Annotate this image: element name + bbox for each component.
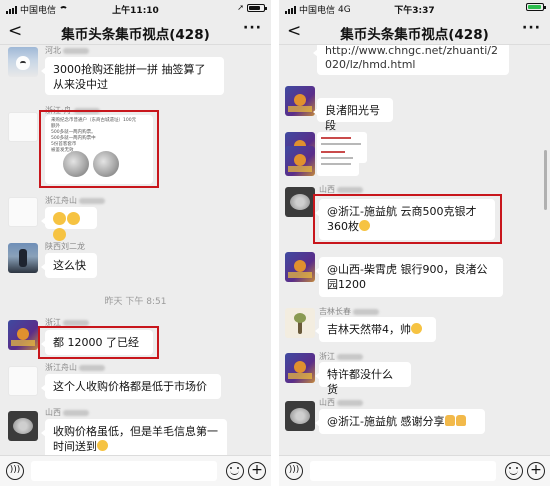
thumbs-up-icon (456, 415, 467, 426)
status-bar: 中国电信 上午11:10 ➚ (0, 0, 271, 18)
emoji-icon[interactable] (505, 462, 523, 480)
avatar[interactable] (8, 47, 38, 77)
status-time: 下午3:37 (394, 6, 435, 16)
avatar[interactable] (285, 86, 315, 116)
battery-icon (247, 3, 267, 12)
link-message[interactable]: http://www.chngc.net/zhuanti/2020/lz/hmd… (313, 45, 509, 75)
avatar[interactable] (285, 401, 315, 431)
voice-icon[interactable]: ))) (285, 462, 303, 480)
sender-name: 浙江舟山 (45, 362, 105, 373)
chat-header: < 集币头条集币视点(428) ··· (0, 18, 271, 45)
avatar[interactable] (285, 252, 315, 282)
emoji-icon (53, 228, 66, 241)
chat-header: < 集币头条集币视点(428) ··· (279, 18, 550, 45)
emoji-icon (53, 212, 66, 225)
message-input[interactable] (310, 461, 496, 481)
avatar[interactable] (285, 308, 315, 338)
plus-icon[interactable]: + (527, 462, 545, 480)
emoji-icon (67, 212, 80, 225)
avatar[interactable] (8, 411, 38, 441)
emoji-icon (411, 323, 422, 334)
location-icon: ➚ (237, 3, 244, 12)
emoji-icon (97, 440, 108, 451)
sender-name: 吉林长春 (319, 306, 379, 317)
divider (271, 0, 279, 486)
message-bubble[interactable]: 这个人收购价格都是低于市场价 (41, 374, 221, 399)
status-bar: 中国电信 4G 下午3:37 (279, 0, 550, 18)
avatar[interactable] (285, 353, 315, 383)
message-bubble[interactable]: 吉林天然带4，帅 (315, 317, 436, 342)
message-bubble[interactable]: 收购价格虽低，但是羊毛信息第一时间送到 (41, 419, 227, 456)
input-bar: ))) + (0, 455, 271, 486)
sender-name: 浙江 (319, 351, 363, 362)
sender-name: 陕西刘二龙 (45, 242, 85, 251)
avatar[interactable] (285, 146, 315, 176)
emoji-message[interactable] (41, 207, 97, 241)
more-options-icon[interactable]: ··· (522, 20, 541, 36)
thumbs-up-icon (445, 415, 456, 426)
avatar[interactable] (8, 320, 38, 350)
avatar[interactable] (8, 243, 38, 273)
battery-icon (526, 3, 546, 11)
message-bubble[interactable]: @山西-柴霄虎 银行900，良渚公园1200 (315, 257, 503, 297)
input-bar: ))) + (279, 455, 550, 486)
highlight-box (38, 326, 159, 359)
scrollbar[interactable] (544, 150, 547, 210)
voice-icon[interactable]: ))) (6, 462, 24, 480)
message-bubble[interactable]: 良渚阳光号段 (313, 98, 393, 132)
avatar[interactable] (8, 112, 38, 142)
timestamp: 昨天 下午 8:51 (104, 297, 167, 307)
message-bubble[interactable]: 这么快 (41, 253, 97, 278)
sender-name: 浙江舟山 (45, 195, 105, 206)
chat-title: 集币头条集币视点(428) (340, 27, 489, 43)
avatar[interactable] (285, 187, 315, 217)
right-phone-screen: 中国电信 4G 下午3:37 < 集币头条集币视点(428) ··· http:… (279, 0, 550, 486)
avatar[interactable] (8, 197, 38, 227)
highlight-box (313, 194, 502, 244)
left-phone-screen: 中国电信 上午11:10 ➚ < 集币头条集币视点(428) ··· 河北 30… (0, 0, 271, 486)
chat-title: 集币头条集币视点(428) (61, 27, 210, 43)
message-list[interactable]: http://www.chngc.net/zhuanti/2020/lz/hmd… (279, 45, 550, 456)
message-bubble[interactable]: 特许都没什么货 (315, 362, 411, 396)
message-bubble[interactable]: 3000抢购还能拼一拼 抽签算了从来没中过 (41, 57, 224, 95)
highlight-box (39, 110, 159, 188)
avatar[interactable] (8, 366, 38, 396)
sender-name: 山西 (319, 397, 363, 408)
more-options-icon[interactable]: ··· (243, 20, 262, 36)
message-bubble[interactable]: @浙江-施益航 感谢分享 (315, 409, 485, 434)
message-input[interactable] (31, 461, 217, 481)
image-message[interactable] (317, 146, 359, 176)
plus-icon[interactable]: + (248, 462, 266, 480)
status-time: 上午11:10 (112, 6, 159, 16)
sender-name: 山西 (45, 407, 89, 418)
emoji-icon[interactable] (226, 462, 244, 480)
message-list[interactable]: 河北 3000抢购还能拼一拼 抽签算了从来没中过 浙江·舟 来购纪念币普通户（东… (0, 45, 271, 456)
sender-name: 河北 (45, 45, 89, 56)
